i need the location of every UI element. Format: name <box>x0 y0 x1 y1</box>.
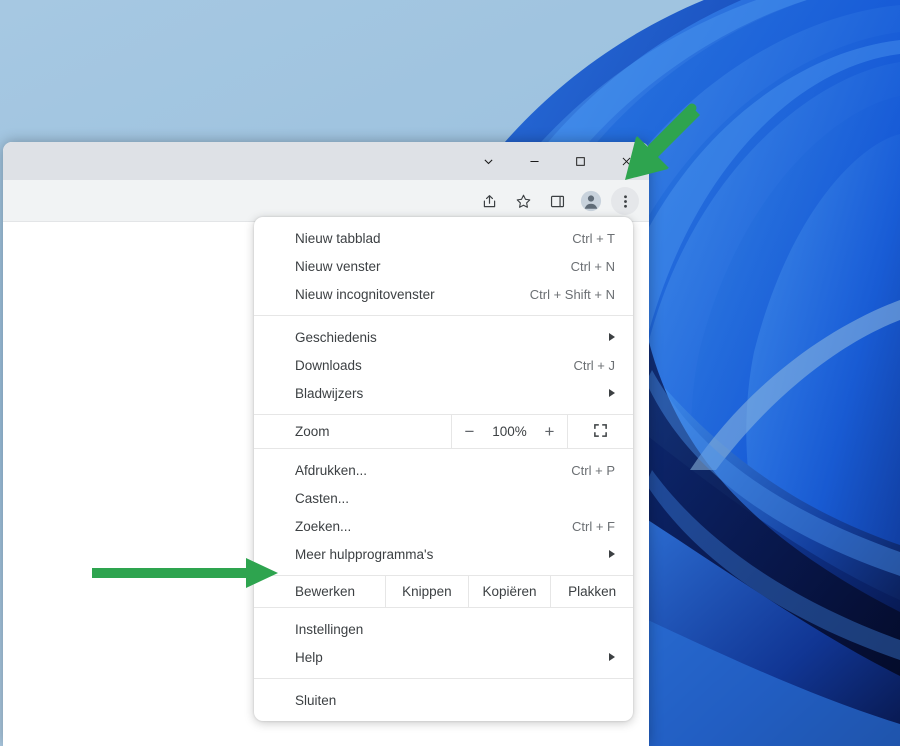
menu-item-downloads[interactable]: Downloads Ctrl + J <box>254 351 633 379</box>
edit-copy-button[interactable]: Kopiëren <box>468 576 551 607</box>
profile-button[interactable] <box>577 187 605 215</box>
browser-toolbar <box>3 180 649 222</box>
menu-item-zoeken[interactable]: Zoeken... Ctrl + F <box>254 512 633 540</box>
menu-item-label: Downloads <box>295 358 573 373</box>
menu-item-instellingen[interactable]: Instellingen <box>254 615 633 643</box>
share-button[interactable] <box>475 187 503 215</box>
menu-item-label: Sluiten <box>295 693 617 708</box>
star-icon <box>515 193 532 210</box>
chevron-right-icon <box>609 389 615 397</box>
menu-item-bladwijzers[interactable]: Bladwijzers <box>254 379 633 407</box>
menu-item-shortcut: Ctrl + N <box>571 259 617 274</box>
side-panel-icon <box>549 193 566 210</box>
browser-title-bar <box>3 142 649 180</box>
zoom-in-button[interactable]: + <box>543 423 557 440</box>
menu-item-shortcut: Ctrl + P <box>571 463 617 478</box>
zoom-controls: − 100% + <box>451 415 567 448</box>
menu-item-nieuw-venster[interactable]: Nieuw venster Ctrl + N <box>254 252 633 280</box>
zoom-label: Zoom <box>254 415 451 448</box>
chevron-right-icon <box>609 333 615 341</box>
menu-item-label: Bladwijzers <box>295 386 609 401</box>
fullscreen-button[interactable] <box>567 415 633 448</box>
menu-item-label: Instellingen <box>295 622 617 637</box>
menu-item-label: Nieuw tabblad <box>295 231 572 246</box>
profile-avatar-icon <box>580 190 602 212</box>
close-button[interactable] <box>603 142 649 180</box>
minimize-button[interactable] <box>511 142 557 180</box>
menu-zoom-row: Zoom − 100% + <box>254 414 633 449</box>
menu-item-shortcut: Ctrl + F <box>572 519 617 534</box>
menu-item-meer-hulpprogrammas[interactable]: Meer hulpprogramma's <box>254 540 633 568</box>
edit-cut-button[interactable]: Knippen <box>385 576 468 607</box>
menu-item-label: Help <box>295 650 609 665</box>
bookmark-button[interactable] <box>509 187 537 215</box>
zoom-level-value: 100% <box>491 424 529 439</box>
menu-item-help[interactable]: Help <box>254 643 633 671</box>
edit-paste-button[interactable]: Plakken <box>550 576 633 607</box>
chevron-right-icon <box>609 550 615 558</box>
menu-item-geschiedenis[interactable]: Geschiedenis <box>254 323 633 351</box>
menu-item-afdrukken[interactable]: Afdrukken... Ctrl + P <box>254 456 633 484</box>
menu-item-nieuw-incognitovenster[interactable]: Nieuw incognitovenster Ctrl + Shift + N <box>254 280 633 308</box>
minimize-icon <box>528 155 541 168</box>
fullscreen-icon <box>593 423 608 441</box>
close-icon <box>620 155 633 168</box>
menu-item-label: Meer hulpprogramma's <box>295 547 609 562</box>
chevron-right-icon <box>609 653 615 661</box>
menu-item-label: Geschiedenis <box>295 330 609 345</box>
menu-item-shortcut: Ctrl + J <box>573 358 617 373</box>
menu-separator <box>254 315 633 316</box>
menu-item-nieuw-tabblad[interactable]: Nieuw tabblad Ctrl + T <box>254 224 633 252</box>
maximize-icon <box>574 155 587 168</box>
edit-label: Bewerken <box>254 576 385 607</box>
zoom-out-button[interactable]: − <box>463 423 477 440</box>
window-controls <box>465 142 649 180</box>
side-panel-button[interactable] <box>543 187 571 215</box>
menu-item-sluiten[interactable]: Sluiten <box>254 686 633 714</box>
menu-edit-row: Bewerken Knippen Kopiëren Plakken <box>254 575 633 608</box>
menu-item-shortcut: Ctrl + T <box>572 231 617 246</box>
menu-item-label: Nieuw venster <box>295 259 571 274</box>
menu-item-casten[interactable]: Casten... <box>254 484 633 512</box>
menu-item-label: Nieuw incognitovenster <box>295 287 530 302</box>
menu-item-label: Casten... <box>295 491 617 506</box>
menu-item-label: Afdrukken... <box>295 463 571 478</box>
chevron-down-icon <box>482 155 495 168</box>
menu-item-label: Zoeken... <box>295 519 572 534</box>
chrome-main-menu: Nieuw tabblad Ctrl + T Nieuw venster Ctr… <box>254 217 633 721</box>
menu-separator <box>254 678 633 679</box>
maximize-button[interactable] <box>557 142 603 180</box>
toolbar-actions <box>475 180 639 222</box>
chrome-menu-button[interactable] <box>611 187 639 215</box>
three-dots-icon <box>617 193 634 210</box>
menu-item-shortcut: Ctrl + Shift + N <box>530 287 617 302</box>
tab-search-button[interactable] <box>465 142 511 180</box>
share-icon <box>481 193 498 210</box>
